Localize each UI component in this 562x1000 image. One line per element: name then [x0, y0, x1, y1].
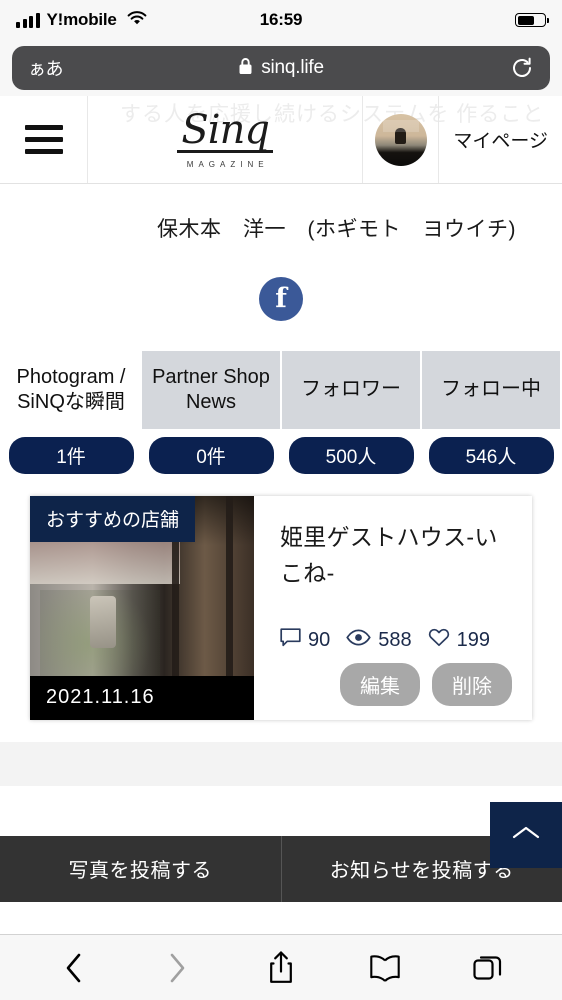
address-bar[interactable]: ぁあ sinq.life	[12, 46, 550, 90]
tab-count-badges: 1件 0件 500人 546人	[0, 429, 562, 474]
post-list: おすすめの店舗 2021.11.16 姫里ゲストハウス-いこね- 90 588 …	[0, 474, 562, 720]
reload-icon[interactable]	[510, 56, 534, 80]
social-links: f	[0, 251, 562, 351]
badge-cell-following: 546人	[422, 436, 560, 474]
comments-count: 90	[308, 628, 331, 651]
edit-button[interactable]: 編集	[340, 662, 420, 706]
forward-chevron-icon[interactable]	[150, 945, 204, 991]
lock-icon	[238, 57, 253, 80]
comments-stat: 90	[280, 628, 330, 653]
avatar[interactable]	[363, 96, 440, 183]
back-chevron-icon[interactable]	[47, 945, 101, 991]
site-footer-actions: 写真を投稿する お知らせを投稿する	[0, 835, 562, 902]
post-photo-button[interactable]: 写真を投稿する	[0, 836, 281, 902]
badge-cell-photogram: 1件	[2, 436, 140, 474]
safari-bottom-toolbar	[0, 934, 562, 1000]
footer-spacer	[0, 785, 562, 836]
hamburger-menu-icon[interactable]	[0, 96, 88, 183]
clock-label: 16:59	[259, 10, 303, 29]
profile-tabs: Photogram / SiNQな瞬間 Partner Shop News フォ…	[0, 350, 562, 429]
mypage-link[interactable]: マイページ	[439, 96, 562, 183]
url-display: sinq.life	[12, 57, 550, 80]
tab-followers[interactable]: フォロワー	[282, 350, 420, 429]
tab-following[interactable]: フォロー中	[422, 350, 560, 429]
ios-status-bar: Y!mobile 16:59	[0, 0, 562, 40]
post-card[interactable]: おすすめの店舗 2021.11.16 姫里ゲストハウス-いこね- 90 588 …	[30, 495, 532, 720]
url-text: sinq.life	[261, 57, 324, 78]
views-stat: 588	[346, 628, 412, 652]
facebook-icon[interactable]: f	[259, 276, 303, 321]
chevron-up-icon	[511, 824, 541, 847]
bookmarks-book-icon[interactable]	[358, 945, 412, 991]
eye-icon	[346, 629, 371, 652]
likes-count: 199	[456, 628, 490, 651]
delete-button[interactable]: 削除	[432, 662, 512, 706]
scroll-to-top-button[interactable]	[490, 802, 562, 868]
tab-partner-shop-news[interactable]: Partner Shop News	[142, 350, 280, 429]
views-count: 588	[378, 628, 412, 651]
site-header: する人を応援し続けるシステムを 作ること Sinq MAGAZINE マイページ	[0, 96, 562, 184]
battery-icon	[515, 13, 549, 27]
photo-detail	[90, 595, 116, 648]
post-title[interactable]: 姫里ゲストハウス-いこね-	[280, 520, 512, 591]
badge-cell-partner: 0件	[142, 436, 280, 474]
heart-icon	[428, 628, 450, 653]
post-date: 2021.11.16	[30, 675, 254, 720]
site-logo[interactable]: Sinq MAGAZINE	[88, 96, 364, 183]
post-body: 姫里ゲストハウス-いこね- 90 588 199 編集 削除	[254, 496, 532, 720]
status-right-group	[515, 13, 549, 27]
content-spacer	[0, 741, 562, 786]
count-badge-followers[interactable]: 500人	[288, 436, 414, 474]
post-thumbnail[interactable]: おすすめの店舗 2021.11.16	[30, 495, 254, 720]
badge-cell-followers: 500人	[282, 436, 420, 474]
share-icon[interactable]	[254, 945, 308, 991]
post-stats: 90 588 199	[280, 628, 512, 653]
post-actions: 編集 削除	[280, 662, 512, 706]
logo-wordmark: Sinq	[177, 110, 273, 153]
comment-bubble-icon	[280, 628, 301, 653]
safari-url-bar-area: ぁあ sinq.life	[0, 40, 562, 96]
count-badge-following[interactable]: 546人	[428, 436, 554, 474]
phone-screen: Y!mobile 16:59 ぁあ sinq.life する人を応援し続けるシス…	[0, 0, 562, 1000]
tab-photogram[interactable]: Photogram / SiNQな瞬間	[2, 350, 140, 429]
count-badge-photogram[interactable]: 1件	[8, 436, 134, 474]
tabs-icon[interactable]	[461, 945, 515, 991]
user-avatar-image	[374, 113, 427, 166]
count-badge-partner[interactable]: 0件	[148, 436, 274, 474]
profile-name: 保木本 洋一 (ホギモト ヨウイチ)	[157, 218, 516, 241]
recommended-shop-badge: おすすめの店舗	[30, 495, 196, 542]
text-size-button[interactable]: ぁあ	[28, 55, 64, 81]
likes-stat: 199	[428, 628, 490, 653]
logo-subtitle: MAGAZINE	[186, 159, 269, 169]
